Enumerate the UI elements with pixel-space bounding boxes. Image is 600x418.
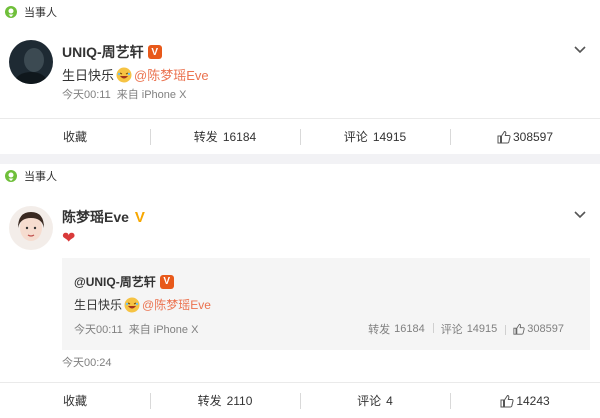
post-time[interactable]: 今天00:24 xyxy=(62,357,112,369)
weibo-post: UNIQ-周艺轩 V 生日快乐 @陈梦瑶Eve 今天00:11 来自 iPhone… xyxy=(0,24,600,118)
avatar-image xyxy=(9,40,53,84)
post-text: 生日快乐 xyxy=(62,68,115,83)
post-meta: 今天00:11 来自 iPhone X xyxy=(62,86,186,102)
original-time[interactable]: 今天00:11 xyxy=(74,324,123,336)
avatar-image xyxy=(9,206,53,250)
heart-emoji: ❤ xyxy=(62,230,76,247)
verified-badge: V xyxy=(159,274,174,289)
original-author[interactable]: @UNIQ-周艺轩 xyxy=(74,273,156,290)
original-text: 生日快乐 xyxy=(74,298,123,312)
laughing-emoji-icon xyxy=(116,67,132,82)
avatar[interactable] xyxy=(9,40,53,84)
thumbs-up-icon xyxy=(497,130,511,143)
repost-button[interactable]: 转发 2110 xyxy=(150,383,300,418)
location-pin-icon xyxy=(5,170,17,182)
action-bar: 收藏 转发 2110 评论 4 14243 xyxy=(0,382,600,418)
thumbs-up-icon xyxy=(513,323,525,335)
post-time[interactable]: 今天00:11 xyxy=(62,89,111,101)
original-source: 来自 iPhone X xyxy=(128,324,199,336)
action-bar: 收藏 转发 16184 评论 14915 308597 xyxy=(0,118,600,154)
tag-bar: 当事人 xyxy=(0,0,600,24)
original-like-link[interactable]: 308597 xyxy=(505,323,572,335)
laughing-emoji-icon xyxy=(124,297,140,312)
verified-badge: V xyxy=(134,208,145,226)
collect-button[interactable]: 收藏 xyxy=(0,119,150,154)
original-meta: 今天00:11 来自 iPhone X xyxy=(74,321,198,337)
post-meta: 今天00:24 xyxy=(62,354,112,370)
original-stats: 转发 16184 评论 14915 308597 xyxy=(360,321,572,337)
tag-label: 当事人 xyxy=(24,7,57,19)
author-name[interactable]: 陈梦瑶Eve xyxy=(62,207,129,227)
like-button[interactable]: 308597 xyxy=(450,119,600,154)
repost-button[interactable]: 转发 16184 xyxy=(150,119,300,154)
comment-button[interactable]: 评论 4 xyxy=(300,383,450,418)
collect-button[interactable]: 收藏 xyxy=(0,383,150,418)
reposted-weibo[interactable]: @UNIQ-周艺轩 V 生日快乐 @陈梦瑶Eve 今天00:11 来自 iPhon… xyxy=(62,258,590,350)
avatar[interactable] xyxy=(9,206,53,250)
location-pin-icon xyxy=(5,6,17,18)
original-content: 生日快乐 @陈梦瑶Eve xyxy=(74,296,211,313)
tag-bar: 当事人 xyxy=(0,164,600,188)
chevron-down-icon[interactable] xyxy=(574,211,586,219)
author-name[interactable]: UNIQ-周艺轩 xyxy=(62,42,144,62)
post-content: ❤ xyxy=(62,228,75,248)
original-repost-link[interactable]: 转发 16184 xyxy=(360,321,433,337)
chevron-down-icon[interactable] xyxy=(574,46,586,54)
verified-badge: V xyxy=(147,45,162,59)
post-source: 来自 iPhone X xyxy=(116,89,187,101)
mention-link[interactable]: @陈梦瑶Eve xyxy=(142,296,211,313)
like-button[interactable]: 14243 xyxy=(450,383,600,418)
post-content: 生日快乐 @陈梦瑶Eve xyxy=(62,65,209,84)
tag-label: 当事人 xyxy=(24,171,57,183)
mention-link[interactable]: @陈梦瑶Eve xyxy=(134,65,209,84)
comment-button[interactable]: 评论 14915 xyxy=(300,119,450,154)
thumbs-up-icon xyxy=(500,394,514,407)
original-comment-link[interactable]: 评论 14915 xyxy=(432,321,506,337)
